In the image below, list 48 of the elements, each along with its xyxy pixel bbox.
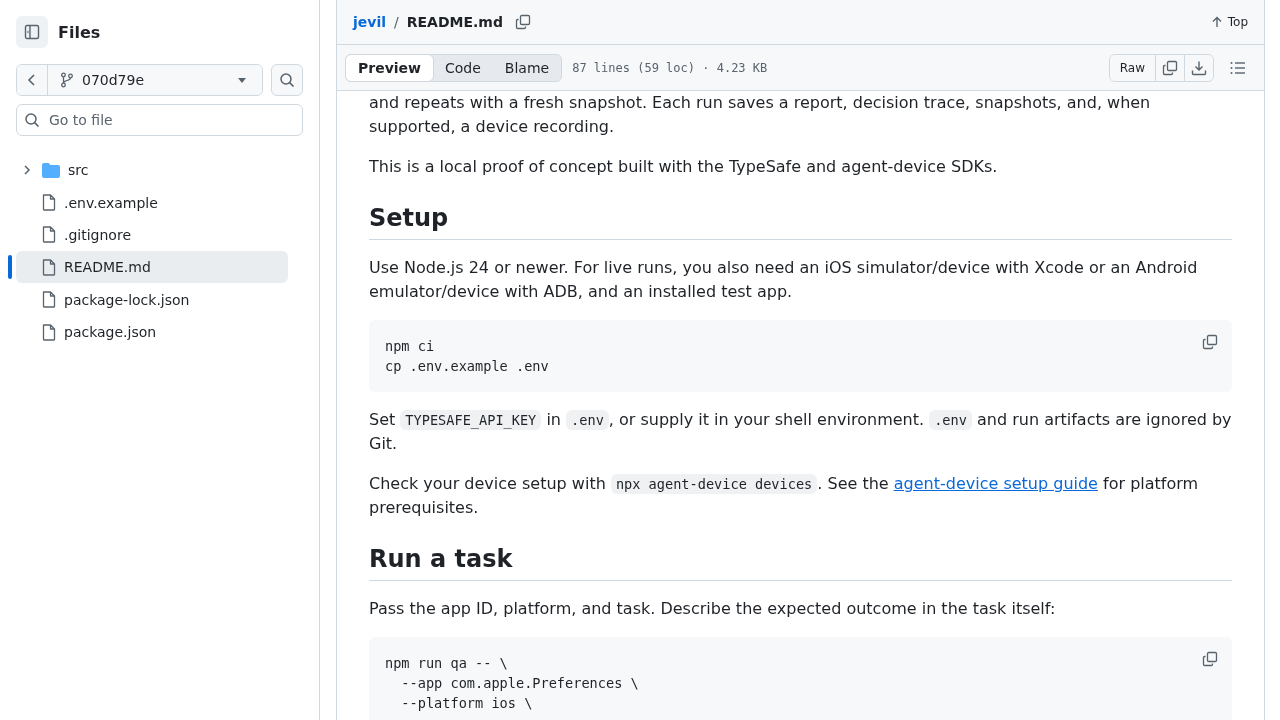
section-heading: Setup [369, 203, 1232, 240]
copy-icon [515, 14, 531, 30]
collapse-sidebar-button[interactable] [16, 16, 48, 48]
paragraph: Use Node.js 24 or newer. For live runs, you also need an iOS simulator/device with Xcode or an Android emulator/device with ADB, and an installed test app. [369, 257, 1199, 303]
repo-link[interactable]: jevil [353, 14, 387, 30]
file-tree-item[interactable]: package.json [16, 316, 288, 349]
paragraph: Pass the app ID, platform, and task. Describe the expected outcome in the task itself: [369, 598, 1057, 620]
view-tab[interactable]: Code [433, 54, 493, 81]
list-icon [1230, 60, 1246, 75]
folder-icon [42, 162, 60, 178]
file-tree-item[interactable]: package-lock.json [16, 283, 288, 316]
code-text: npm run qa -- \ --app com.apple.Preferences \ --platform ios \ [385, 654, 640, 713]
file-tree-item[interactable]: README.md [16, 251, 288, 284]
top-link[interactable]: Top [1211, 15, 1248, 29]
sidebar-title: Files [58, 22, 101, 42]
file-icon [42, 194, 56, 212]
file-tree-item[interactable]: src [16, 154, 288, 187]
search-icon [24, 112, 40, 128]
search-icon [279, 72, 295, 88]
paragraph: Set TYPESAFE_API_KEY in .env , or supply it in your shell environment. .env and run artifacts are ignored by Git. [369, 409, 1232, 455]
view-tab[interactable]: Blame [492, 54, 562, 81]
link[interactable]: agent-device setup guide [893, 474, 1098, 493]
code-text: npm ci cp .env.example .env [385, 337, 550, 376]
file-icon [42, 323, 56, 341]
copy-icon [1202, 651, 1218, 667]
file-tree-item[interactable]: .gitignore [16, 218, 288, 251]
sidebar-panel-icon [24, 24, 40, 40]
section-heading: Run a task [369, 544, 1232, 581]
file-tree-item[interactable]: .env.example [16, 186, 288, 219]
search-button[interactable] [271, 64, 303, 96]
paragraph: and repeats with a fresh snapshot. Each run saves a report, decision trace, snapshots, and, when supported, a device recording. [369, 92, 1152, 138]
copy-button[interactable] [1200, 332, 1220, 352]
download-button[interactable] [1184, 54, 1213, 81]
file-info: 87 lines (59 loc) · 4.23 KB [572, 60, 768, 75]
file-icon [42, 258, 56, 276]
file-search-field[interactable]: Go to file [16, 104, 303, 136]
paragraph: This is a local proof of concept built with the TypeSafe and agent-device SDKs. [369, 156, 999, 178]
paragraph: Check your device setup with npx agent-device devices . See the agent-device setup guide for platform prerequisites. [369, 473, 1200, 519]
file-icon [42, 291, 56, 309]
arrow-up-icon [1211, 16, 1222, 28]
path-separator: / [394, 14, 399, 30]
copy-button[interactable] [1200, 649, 1220, 669]
copy-icon [1202, 334, 1218, 350]
file-name: README.md [406, 14, 503, 30]
copy-icon [1162, 59, 1178, 76]
download-icon [1191, 59, 1207, 76]
view-tab[interactable]: Preview [345, 53, 434, 82]
file-icon [42, 226, 56, 244]
